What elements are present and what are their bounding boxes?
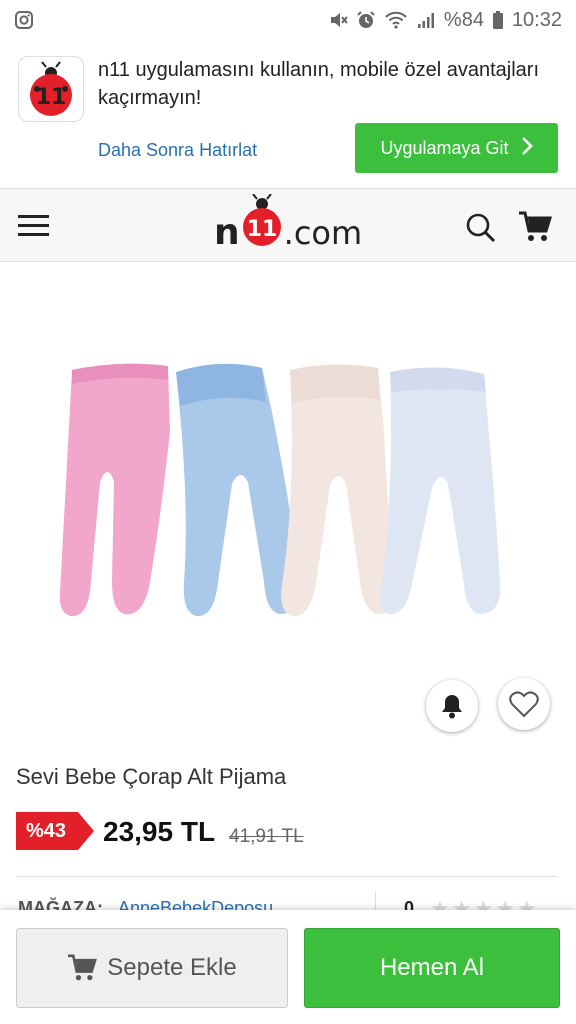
favorite-button[interactable] <box>498 678 550 730</box>
add-to-cart-label: Sepete Ekle <box>107 954 237 981</box>
status-bar: %84 10:32 <box>0 0 576 40</box>
logo-letter-n: n <box>214 212 240 253</box>
ladybug-icon: 11 <box>240 193 284 253</box>
app-install-banner: 11 n11 uygulamasını kullanın, mobile öze… <box>0 40 576 188</box>
bell-icon <box>442 695 462 719</box>
search-icon[interactable] <box>466 213 496 243</box>
product-title: Sevi Bebe Çorap Alt Pijama <box>16 764 287 789</box>
svg-text:11: 11 <box>246 217 277 242</box>
buy-now-button[interactable]: Hemen Al <box>304 928 560 1008</box>
n11-logo[interactable]: n 11 .com <box>214 193 363 253</box>
site-header: n 11 .com <box>0 188 576 262</box>
cart-icon[interactable] <box>518 211 553 243</box>
pants-photo <box>59 363 501 617</box>
blue-pants <box>176 363 301 617</box>
open-app-button[interactable]: Uygulamaya Git <box>355 123 558 173</box>
divider <box>16 876 556 877</box>
old-price: 41,91 TL <box>229 826 304 847</box>
remind-later-link[interactable]: Daha Sonra Hatırlat <box>98 140 257 161</box>
buy-now-label: Hemen Al <box>379 954 485 981</box>
alarm-icon <box>356 10 376 30</box>
bottom-action-bar: Sepete Ekle Hemen Al <box>0 910 576 1024</box>
status-bar-right: %84 10:32 <box>328 9 562 32</box>
pink-pants <box>59 363 170 617</box>
add-to-cart-button[interactable]: Sepete Ekle <box>16 928 288 1008</box>
current-price: 23,95 TL <box>103 816 216 847</box>
status-time: 10:32 <box>511 8 562 31</box>
discount-badge: %43 <box>16 812 95 850</box>
mute-icon <box>328 10 348 30</box>
light-blue-pants <box>380 367 501 615</box>
cream-pants <box>281 364 397 617</box>
n11-app-logo: 11 <box>18 56 84 122</box>
ladybug-logo-icon: 11 <box>30 61 72 116</box>
product-image[interactable] <box>0 262 576 750</box>
banner-message: n11 uygulamasını kullanın, mobile özel a… <box>98 59 539 109</box>
signal-icon <box>416 10 436 30</box>
logo-domain: .com <box>283 214 363 252</box>
battery-percent: %84 <box>443 8 484 31</box>
instagram-icon <box>14 10 34 30</box>
heart-icon <box>509 691 539 718</box>
chevron-right-icon <box>521 136 533 161</box>
cart-icon <box>68 954 98 981</box>
battery-icon <box>492 10 504 30</box>
discount-percent: %43 <box>16 812 79 850</box>
svg-text:11: 11 <box>36 85 67 110</box>
open-app-label: Uygulamaya Git <box>380 137 509 158</box>
hamburger-menu-icon[interactable] <box>18 213 50 237</box>
discount-badge-tip <box>78 812 95 850</box>
price-alert-button[interactable] <box>426 680 478 732</box>
wifi-icon <box>384 10 408 30</box>
status-bar-left <box>14 10 328 30</box>
app-root: %84 10:32 11 n11 uygulamasını kullanın, … <box>0 0 576 1024</box>
